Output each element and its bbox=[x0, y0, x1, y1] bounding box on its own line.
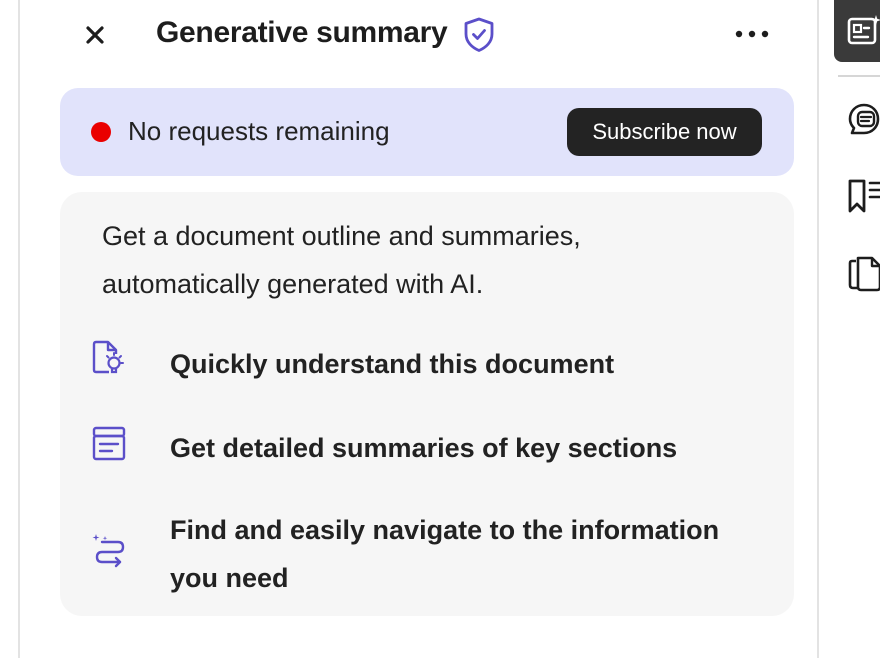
more-horizontal-icon bbox=[735, 30, 769, 38]
pages-icon[interactable] bbox=[848, 255, 880, 293]
panel-header: Generative summary bbox=[20, 0, 817, 72]
close-icon bbox=[86, 26, 104, 44]
rail-item-generative-summary[interactable] bbox=[834, 0, 880, 62]
status-dot bbox=[91, 122, 111, 142]
generative-summary-icon bbox=[847, 15, 880, 45]
sections-list-icon bbox=[92, 426, 126, 461]
close-button[interactable] bbox=[80, 18, 110, 52]
intro-text: Get a document outline and summaries, au… bbox=[102, 221, 581, 299]
document-lightbulb-icon bbox=[92, 340, 124, 374]
alert-message: No requests remaining bbox=[128, 116, 390, 146]
navigate-arrows-icon bbox=[92, 534, 125, 568]
subscribe-now-button[interactable]: Subscribe now bbox=[567, 108, 762, 156]
panel-title: Generative summary bbox=[156, 16, 448, 49]
bookmarks-icon[interactable] bbox=[846, 177, 880, 215]
ai-assistant-icon[interactable] bbox=[846, 101, 880, 137]
feature-text: Quickly understand this document bbox=[170, 349, 615, 379]
feature-text: Get detailed summaries of key sections bbox=[170, 433, 678, 463]
rail-divider bbox=[838, 75, 880, 77]
panel-right-border bbox=[817, 0, 819, 658]
generative-summary-panel: Generative summary No requests remaining… bbox=[20, 0, 817, 658]
shield-check-icon bbox=[464, 17, 494, 52]
feature-card: Get a document outline and summaries, au… bbox=[60, 192, 794, 616]
requests-alert-banner: No requests remaining Subscribe now bbox=[60, 88, 794, 176]
more-options-button[interactable] bbox=[732, 20, 772, 48]
feature-text: Find and easily navigate to the informat… bbox=[170, 515, 720, 593]
